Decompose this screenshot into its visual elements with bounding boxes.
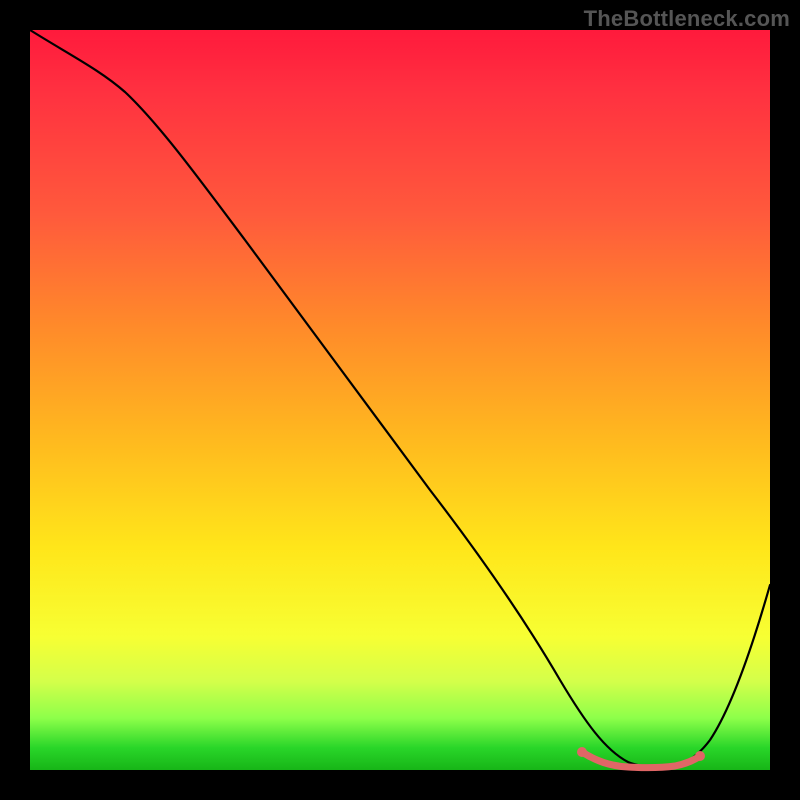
min-end-dot [695,751,705,761]
plot-area [30,30,770,770]
min-start-dot [577,747,587,757]
watermark-text: TheBottleneck.com [584,6,790,32]
bottleneck-curve [30,30,770,770]
chart-frame: TheBottleneck.com [0,0,800,800]
curve-path [30,30,770,767]
minimum-highlight [582,752,700,768]
